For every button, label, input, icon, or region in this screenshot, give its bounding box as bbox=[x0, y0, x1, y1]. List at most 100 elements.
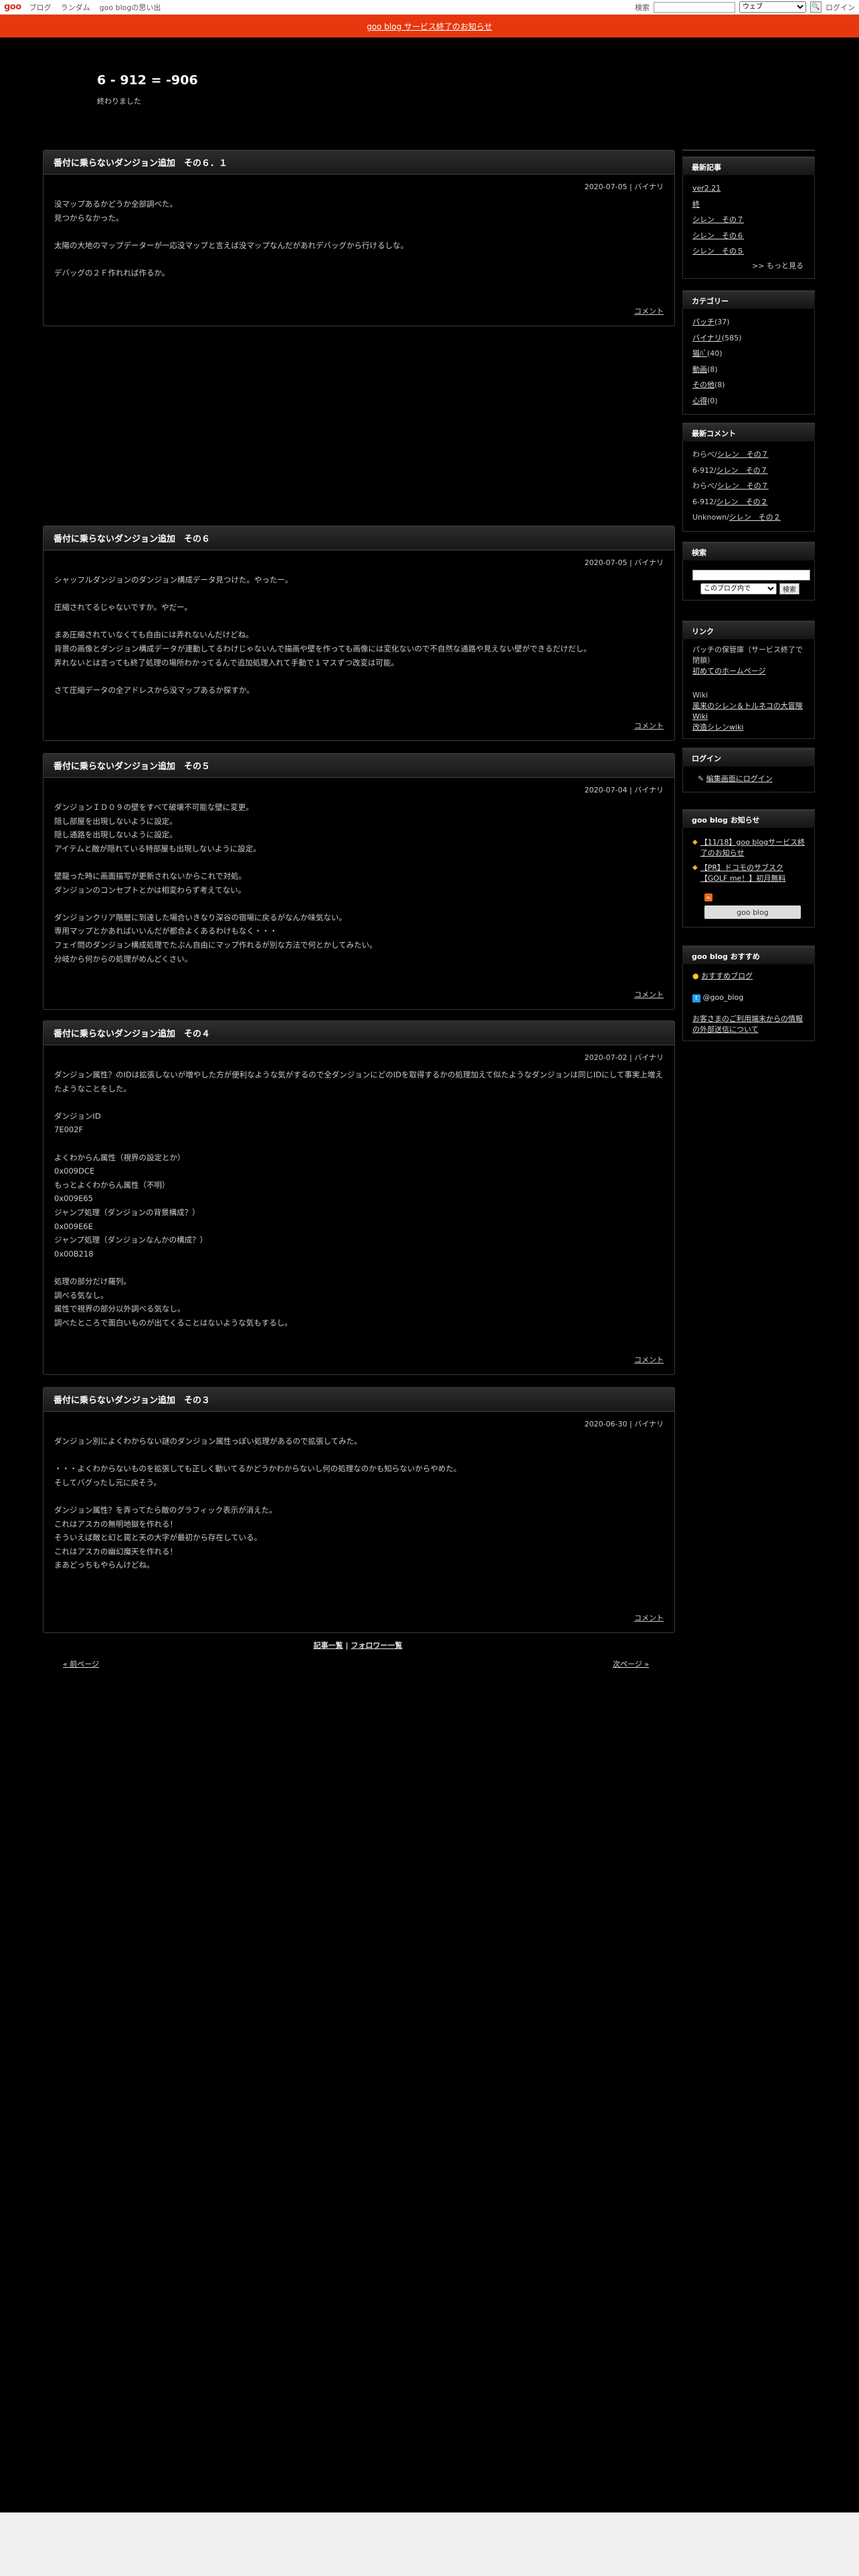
category-link[interactable]: 動画 bbox=[692, 365, 707, 374]
follower-list-link[interactable]: フォロワー一覧 bbox=[351, 1641, 402, 1650]
edit-login-link[interactable]: 編集画面にログイン bbox=[706, 774, 773, 783]
search-button[interactable]: 🔍 bbox=[810, 1, 822, 13]
blog-post: 番付に乗らないダンジョン追加 その５ 2020-07-04 | バイナリ ダンジ… bbox=[43, 753, 675, 1010]
sidebar-category-box: カテゴリー パッチ(37) バイナリ(585) 猫ﾊﾞ(40) 動画(8) その… bbox=[682, 290, 815, 415]
comment-author: わらべ/ bbox=[692, 481, 717, 490]
post-line: 圧縮されてるじゃないですか。やだー。 bbox=[54, 603, 192, 613]
post-title[interactable]: 番付に乗らないダンジョン追加 その３ bbox=[43, 1388, 674, 1412]
comment-link[interactable]: コメント bbox=[634, 1354, 664, 1365]
older-page-link[interactable]: 次ページ » bbox=[613, 1660, 649, 1669]
homepage-link[interactable]: 初めてのホームページ bbox=[692, 667, 765, 675]
service-end-notice-link[interactable]: goo blog サービス終了のお知らせ bbox=[367, 21, 492, 32]
blog-search-button[interactable]: 検索 bbox=[779, 583, 799, 595]
search-scope-select[interactable]: ウェブ bbox=[739, 1, 806, 13]
blog-search-scope-select[interactable]: このブログ内で bbox=[700, 583, 777, 595]
post-line: 調べる気なし。 bbox=[54, 1290, 108, 1300]
post-line: ダンジョン別によくわからない謎のダンジョン属性っぽい処理があるので拡張してみた。 bbox=[54, 1436, 362, 1446]
post-line: 処理の部分だけ羅列。 bbox=[54, 1276, 131, 1286]
comment-author: 6-912/ bbox=[692, 497, 717, 506]
category-count: (8) bbox=[707, 364, 718, 374]
sidebar-links-box: リンク パッチの保管庫（サービス終了で閉鎖） 初めてのホームページ Wiki 風… bbox=[682, 621, 815, 739]
post-title[interactable]: 番付に乗らないダンジョン追加 その６ bbox=[43, 526, 674, 550]
twitter-icon: t bbox=[692, 994, 700, 1002]
sidebar-recent-box: 最新記事 ver2.21 終 シレン その７ シレン その６ シレン その５ >… bbox=[682, 156, 815, 279]
nav-blog-link[interactable]: ブログ bbox=[29, 2, 52, 13]
post-title[interactable]: 番付に乗らないダンジョン追加 その４ bbox=[43, 1021, 674, 1045]
sidebar-search-box: 検索 このブログ内で 検索 bbox=[682, 542, 815, 601]
post-line: フェイ問のダンジョン構成処理でたぶん自由にマップ作れるが別な方法で何とかしてみた… bbox=[54, 940, 377, 950]
goo-top-bar: goo ブログ ランダム goo blogの思い出 検索 ウェブ 🔍 ログイン bbox=[0, 0, 859, 15]
category-link[interactable]: パッチ bbox=[692, 318, 714, 326]
goo-notice-link[interactable]: 【PR】ドコモのサブスク【GOLF me！】初月無料 bbox=[700, 863, 807, 884]
top-search-input[interactable] bbox=[654, 1, 735, 13]
sidebar-heading: 検索 bbox=[682, 542, 815, 560]
post-line: ダンジョン属性？を弄ってたら敵のグラフィック表示が消えた。 bbox=[54, 1505, 277, 1515]
comment-author: Unknown/ bbox=[692, 513, 729, 522]
category-count: (40) bbox=[707, 349, 723, 358]
top-login-link[interactable]: ログイン bbox=[826, 2, 855, 13]
category-link[interactable]: バイナリ bbox=[692, 334, 722, 342]
post-line: そういえば敵と幻と罠と天の大字が最初から存在している。 bbox=[54, 1533, 262, 1543]
post-title[interactable]: 番付に乗らないダンジョン追加 その５ bbox=[43, 754, 674, 778]
comment-link[interactable]: コメント bbox=[634, 720, 664, 731]
post-line: これはアスカの幽幻魔天を作れる！ bbox=[54, 1546, 177, 1556]
blog-post: 番付に乗らないダンジョン追加 その４ 2020-07-02 | バイナリ ダンジ… bbox=[43, 1021, 675, 1375]
list-separator: | bbox=[343, 1641, 351, 1650]
article-list-link[interactable]: 記事一覧 bbox=[314, 1641, 343, 1650]
sidebar-heading: カテゴリー bbox=[682, 290, 815, 309]
kaizou-wiki-link[interactable]: 改造シレンwiki bbox=[692, 723, 743, 732]
comment-article-link[interactable]: シレン その７ bbox=[717, 450, 769, 459]
next-page: 次ページ » bbox=[613, 1658, 649, 1669]
nav-random-link[interactable]: ランダム bbox=[61, 2, 90, 13]
comment-link[interactable]: コメント bbox=[634, 1612, 664, 1623]
nav-memories-link[interactable]: goo blogの思い出 bbox=[100, 2, 161, 13]
post-line: ジャンプ処理（ダンジョンなんかの構成？） bbox=[54, 1235, 208, 1245]
post-line bbox=[54, 225, 664, 239]
recent-article-link[interactable]: シレン その７ bbox=[692, 215, 744, 224]
post-line: シャッフルダンジョンのダンジョン構成データ見つけた。やったー。 bbox=[54, 575, 293, 584]
post-line: 0x009E6E bbox=[54, 1221, 93, 1231]
recent-article-link[interactable]: 終 bbox=[692, 200, 700, 209]
post-line: ダンジョンクリア階層に到達した場合いきなり深谷の宿場に戻るがなんか味気ない。 bbox=[54, 912, 347, 922]
comment-link[interactable]: コメント bbox=[634, 989, 664, 1000]
post-line bbox=[54, 587, 664, 601]
post-line: ダンジョンのコンセプトとかは相変わらず考えてない。 bbox=[54, 885, 246, 895]
post-body: 没マップあるかどうか全部調べた。 見つからなかった。 太陽の大地のマップデーター… bbox=[43, 193, 674, 280]
blog-search-input[interactable] bbox=[692, 570, 810, 580]
category-link[interactable]: 猫ﾊﾞ bbox=[692, 349, 707, 358]
recent-article-link[interactable]: シレン その６ bbox=[692, 231, 744, 240]
goo-blog-badge[interactable]: goo blog bbox=[704, 905, 801, 919]
post-title[interactable]: 番付に乗らないダンジョン追加 その６．１ bbox=[43, 150, 674, 175]
more-articles-link[interactable]: >> もっと見る bbox=[692, 259, 807, 273]
blog-title[interactable]: 6 - 912 = -906 bbox=[97, 73, 198, 88]
recommend-blog-link[interactable]: おすすめブログ bbox=[701, 972, 753, 980]
goo-logo[interactable]: goo bbox=[4, 2, 21, 12]
twitter-link[interactable]: @goo_blog bbox=[703, 993, 744, 1002]
external-transmission-link[interactable]: お客さまのご利用端末からの情報の外部送信について bbox=[692, 1014, 803, 1034]
post-line bbox=[54, 669, 664, 683]
diamond-icon: ◆ bbox=[692, 839, 698, 846]
rss-icon[interactable]: ≈ bbox=[704, 893, 712, 901]
sidebar-heading: goo blog おすすめ bbox=[682, 946, 815, 964]
post-line: 隠し通路を出現しないように設定。 bbox=[54, 830, 177, 840]
recent-article-link[interactable]: ver2.21 bbox=[692, 184, 721, 193]
sidebar-goo-notice-box: goo blog お知らせ ◆ 【11/18】goo blogサービス終了のお知ら… bbox=[682, 809, 815, 928]
recent-article-link[interactable]: シレン その５ bbox=[692, 247, 744, 255]
post-line bbox=[54, 1489, 664, 1503]
category-link[interactable]: その他 bbox=[692, 381, 714, 389]
post-line: これはアスカの無明地獄を作れる！ bbox=[54, 1519, 177, 1529]
comment-article-link[interactable]: シレン その２ bbox=[729, 513, 781, 522]
comment-link[interactable]: コメント bbox=[634, 306, 664, 316]
comment-article-link[interactable]: シレン その７ bbox=[717, 481, 769, 490]
comment-article-link[interactable]: シレン その２ bbox=[717, 498, 768, 506]
goo-notice-link[interactable]: 【11/18】goo blogサービス終了のお知らせ bbox=[700, 837, 807, 859]
diamond-icon: ◆ bbox=[692, 864, 698, 871]
category-count: (585) bbox=[721, 333, 742, 342]
post-line: さて圧縮データの全アドレスから没マップあるか探すか。 bbox=[54, 685, 254, 695]
comment-article-link[interactable]: シレン その７ bbox=[717, 466, 768, 475]
shiren-wiki-link[interactable]: 風来のシレン＆トルネコの大冒険 Wiki bbox=[692, 702, 803, 721]
post-line: 7E002F bbox=[54, 1125, 84, 1135]
link-description: Wiki bbox=[692, 691, 708, 700]
category-link[interactable]: 心得 bbox=[692, 397, 707, 405]
newer-page-link[interactable]: « 前ページ bbox=[63, 1660, 99, 1669]
